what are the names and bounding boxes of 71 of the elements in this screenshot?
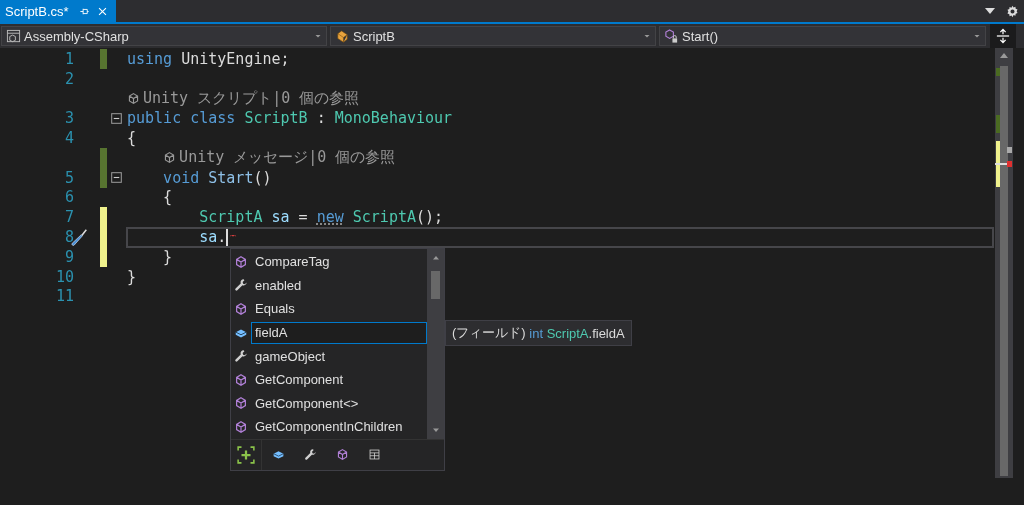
method-icon xyxy=(234,302,248,316)
dropdown-value: Start() xyxy=(682,28,720,44)
dropdown-arrow-icon xyxy=(643,32,651,40)
split-icon xyxy=(996,28,1010,44)
line-number: 2 xyxy=(64,69,74,88)
method-icon xyxy=(234,372,248,387)
line-number: 8 xyxy=(64,228,74,247)
navigation-dropdown[interactable]: Assembly-CSharp xyxy=(1,26,327,46)
dropdown-value: ScriptB xyxy=(353,28,396,44)
line-number: 1 xyxy=(64,49,74,68)
code-line: } xyxy=(127,267,137,286)
file-tab[interactable]: ScriptB.cs* xyxy=(0,0,116,22)
wrench-filter-icon[interactable] xyxy=(303,448,317,462)
line-number: 11 xyxy=(55,287,74,306)
dropdown-arrow-icon xyxy=(314,32,322,40)
class-icon xyxy=(335,28,350,44)
completion-item[interactable]: CompareTag xyxy=(251,250,427,273)
dropdown-value: Assembly-CSharp xyxy=(24,28,130,44)
code-line: sa. xyxy=(198,228,227,247)
line-number: 7 xyxy=(64,208,74,227)
split-button[interactable] xyxy=(990,24,1016,48)
code-line: { xyxy=(127,129,137,148)
completion-item[interactable]: fieldA xyxy=(251,321,427,344)
wrench-icon xyxy=(234,278,248,293)
navigation-dropdown[interactable]: Start() xyxy=(659,26,986,46)
completion-item[interactable]: Equals xyxy=(251,298,427,320)
grid-filter-icon[interactable] xyxy=(367,448,381,462)
completion-item[interactable]: enabled xyxy=(251,274,427,297)
completion-item[interactable]: GetComponent xyxy=(251,368,427,391)
dropdown-icon[interactable] xyxy=(985,8,995,14)
dropdown-arrow-icon xyxy=(973,32,981,40)
line-number: 5 xyxy=(64,168,74,187)
code-line: ScriptA sa = new ScriptA(); xyxy=(198,208,444,227)
project-icon xyxy=(6,28,21,44)
collapse-icon[interactable] xyxy=(110,112,122,124)
code-line: { xyxy=(162,188,173,207)
scroll-up-icon[interactable] xyxy=(430,254,441,262)
vertical-scrollbar[interactable] xyxy=(995,48,1013,478)
line-number: 3 xyxy=(64,109,74,128)
line-number: 9 xyxy=(64,247,74,266)
method-icon xyxy=(234,419,248,434)
method-filter-icon[interactable] xyxy=(335,448,349,462)
line-number: 4 xyxy=(64,129,74,148)
wrench-icon xyxy=(234,349,248,364)
code-line: public class ScriptB : MonoBehaviour xyxy=(127,109,453,128)
cube-icon xyxy=(163,151,177,165)
tab-label: ScriptB.cs* xyxy=(5,3,69,19)
expand-filter-icon[interactable] xyxy=(237,445,255,464)
completion-item[interactable]: gameObject xyxy=(251,345,427,368)
code-line: void Start() xyxy=(162,168,272,187)
scroll-thumb[interactable] xyxy=(431,270,440,299)
code-line: using UnityEngine; xyxy=(127,49,290,68)
list-scrollbar[interactable] xyxy=(427,249,444,439)
codelens-text[interactable]: Unity メッセージ|0 個の参照 xyxy=(179,148,396,168)
cube-icon xyxy=(127,92,140,105)
close-icon[interactable] xyxy=(96,5,108,17)
settings-icon[interactable] xyxy=(1006,4,1019,18)
completion-item[interactable]: GetComponent<> xyxy=(251,392,427,415)
field-filter-icon[interactable] xyxy=(271,448,285,462)
completion-item[interactable]: GetComponentInChildren xyxy=(251,415,427,438)
collapse-icon[interactable] xyxy=(110,172,122,184)
method-icon xyxy=(234,396,248,411)
navigation-dropdown[interactable]: ScriptB xyxy=(330,26,656,46)
method-icon xyxy=(234,254,248,269)
method-lock-icon xyxy=(664,28,679,44)
line-number: 6 xyxy=(64,188,74,207)
code-line: } xyxy=(162,247,173,266)
codelens-text[interactable]: Unity スクリプト|0 個の参照 xyxy=(143,89,360,108)
error-squiggle-icon xyxy=(228,234,239,240)
line-number: 10 xyxy=(55,267,74,286)
quick-info-tooltip: (フィールド) int ScriptA.fieldA xyxy=(445,320,632,346)
